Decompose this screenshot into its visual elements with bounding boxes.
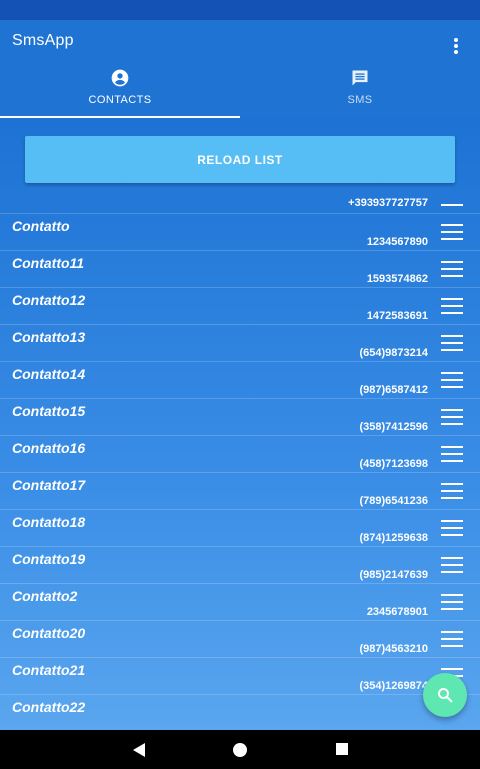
contact-name: Contatto17 <box>12 477 86 493</box>
contact-row[interactable]: Contatto2 2345678901 <box>0 583 480 620</box>
contact-row[interactable]: Contatto20 (987)4563210 <box>0 620 480 657</box>
contact-number: (987)6587412 <box>359 384 428 396</box>
contact-row[interactable]: Contatto 1234567890 <box>0 213 480 250</box>
drag-handle-icon[interactable] <box>441 335 463 351</box>
search-fab-button[interactable] <box>423 673 467 717</box>
tab-sms-label: SMS <box>347 94 373 106</box>
tab-contacts-label: CONTACTS <box>88 94 152 106</box>
contact-row[interactable]: Contatto11 1593574862 <box>0 250 480 287</box>
recent-apps-icon[interactable] <box>336 743 348 755</box>
contact-name: Contatto14 <box>12 366 86 382</box>
contact-row[interactable]: Contatto19 (985)2147639 <box>0 546 480 583</box>
contact-row[interactable]: +393937727757 <box>0 196 480 213</box>
reload-list-button[interactable]: RELOAD LIST <box>25 136 455 183</box>
drag-handle-icon[interactable] <box>441 261 463 277</box>
overflow-dot-icon <box>454 50 458 54</box>
drag-handle-icon[interactable] <box>441 409 463 425</box>
contact-name: Contatto22 <box>12 699 86 715</box>
contact-row[interactable]: Contatto22 <box>0 694 480 730</box>
contact-number: 1472583691 <box>366 310 428 322</box>
contact-name: Contatto12 <box>12 292 86 308</box>
contact-number: (789)6541236 <box>359 495 428 507</box>
contact-number: (654)9873214 <box>359 347 428 359</box>
contact-name: Contatto11 <box>12 255 85 271</box>
overflow-menu-button[interactable] <box>448 36 464 56</box>
back-icon[interactable] <box>132 742 146 758</box>
navigation-bar <box>0 730 480 769</box>
contact-number: 1593574862 <box>366 273 428 285</box>
contact-row[interactable]: Contatto12 1472583691 <box>0 287 480 324</box>
contact-name: Contatto2 <box>12 588 78 604</box>
contact-name: Contatto <box>12 218 70 234</box>
search-icon <box>438 688 453 703</box>
drag-handle-icon[interactable] <box>441 594 463 610</box>
app-title: SmsApp <box>12 32 74 49</box>
contact-name: Contatto15 <box>12 403 86 419</box>
contact-number: (458)7123698 <box>359 458 428 470</box>
home-icon[interactable] <box>233 743 247 757</box>
contact-number: (354)1269874 <box>359 680 428 692</box>
message-icon <box>352 70 368 86</box>
contact-row[interactable]: Contatto13 (654)9873214 <box>0 324 480 361</box>
contact-name: Contatto21 <box>12 662 86 678</box>
account-circle-icon <box>111 69 129 87</box>
contact-row[interactable]: Contatto21 (354)1269874 <box>0 657 480 694</box>
contact-number: 1234567890 <box>366 236 428 248</box>
contact-number: (874)1259638 <box>359 532 428 544</box>
contact-row[interactable]: Contatto18 (874)1259638 <box>0 509 480 546</box>
drag-handle-icon[interactable] <box>441 631 463 647</box>
contact-name: Contatto20 <box>12 625 86 641</box>
status-bar <box>0 0 480 20</box>
drag-handle-icon[interactable] <box>441 372 463 388</box>
contact-number: (985)2147639 <box>359 569 428 581</box>
drag-handle-icon[interactable] <box>441 446 463 462</box>
drag-handle-icon[interactable] <box>441 190 463 206</box>
drag-handle-icon[interactable] <box>441 520 463 536</box>
tab-sms[interactable]: SMS <box>240 64 480 118</box>
tab-contacts[interactable]: CONTACTS <box>0 64 240 118</box>
contact-number: (358)7412596 <box>359 421 428 433</box>
contact-row[interactable]: Contatto16 (458)7123698 <box>0 435 480 472</box>
contacts-content: RELOAD LIST +393937727757 Contatto 12345… <box>0 118 480 730</box>
contact-name: Contatto16 <box>12 440 86 456</box>
contact-number: 2345678901 <box>366 606 428 618</box>
app-bar: SmsApp CONTACTS SMS <box>0 20 480 118</box>
drag-handle-icon[interactable] <box>441 224 463 240</box>
contact-name: Contatto13 <box>12 329 86 345</box>
contact-number: (987)4563210 <box>359 643 428 655</box>
contact-row[interactable]: Contatto17 (789)6541236 <box>0 472 480 509</box>
contact-row[interactable]: Contatto15 (358)7412596 <box>0 398 480 435</box>
drag-handle-icon[interactable] <box>441 483 463 499</box>
drag-handle-icon[interactable] <box>441 298 463 314</box>
tab-bar: CONTACTS SMS <box>0 64 480 118</box>
contact-name: Contatto18 <box>12 514 86 530</box>
contact-list[interactable]: +393937727757 Contatto 1234567890 Contat… <box>0 196 480 730</box>
contact-row[interactable]: Contatto14 (987)6587412 <box>0 361 480 398</box>
contact-name: Contatto19 <box>12 551 86 567</box>
overflow-dot-icon <box>454 38 458 42</box>
drag-handle-icon[interactable] <box>441 557 463 573</box>
contact-number: +393937727757 <box>348 197 428 209</box>
overflow-dot-icon <box>454 44 458 48</box>
